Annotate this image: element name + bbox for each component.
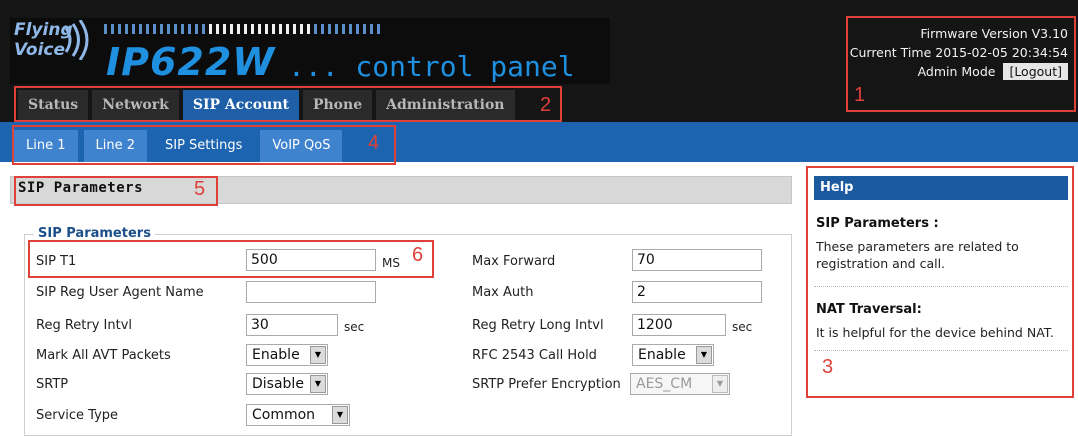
signal-tick [174,24,177,34]
annotation-box-4 [12,125,396,165]
signal-tick [244,24,247,34]
signal-tick [265,24,268,34]
wifi-wave-icon [64,20,89,60]
srtp-label: SRTP [36,377,69,392]
signal-tick [167,24,170,34]
annotation-number-6: 6 [412,244,424,266]
signal-tick [328,24,331,34]
signal-tick [181,24,184,34]
signal-tick [377,24,380,34]
reg-retry-input[interactable]: 30 [246,314,338,336]
signal-tick [146,24,149,34]
rfc2543-select-value: Enable [638,347,686,363]
annotation-number-3: 3 [822,356,834,378]
max-forward-label: Max Forward [472,254,556,269]
service-type-label: Service Type [36,408,119,423]
annotation-box-6 [28,240,434,278]
annotation-number-5: 5 [194,178,206,200]
max-auth-label: Max Auth [472,285,534,300]
signal-tick [118,24,121,34]
signal-tick [216,24,219,34]
avt-label: Mark All AVT Packets [36,348,171,363]
signal-tick [335,24,338,34]
reg-retry-long-unit: sec [732,320,753,334]
signal-tick [160,24,163,34]
srtp-encryption-value: AES_CM [636,376,693,392]
annotation-number-2: 2 [540,94,552,116]
rfc2543-label: RFC 2543 Call Hold [472,348,597,363]
signal-tick [307,24,310,34]
srtp-select-value: Disable [252,376,304,392]
signal-tick [139,24,142,34]
signal-tick [363,24,366,34]
signal-tick [300,24,303,34]
reg-retry-unit: sec [344,320,365,334]
signal-tick [132,24,135,34]
reg-retry-long-label: Reg Retry Long Intvl [472,318,604,333]
max-auth-input[interactable]: 2 [632,281,762,303]
signal-tick [279,24,282,34]
signal-tick [349,24,352,34]
signal-tick [195,24,198,34]
signal-tick [258,24,261,34]
signal-tick [230,24,233,34]
annotation-box-3 [806,166,1074,398]
reg-retry-long-input[interactable]: 1200 [632,314,726,336]
ua-name-label: SIP Reg User Agent Name [36,285,204,300]
signal-tick [272,24,275,34]
rfc2543-select[interactable]: Enable ▼ [632,344,714,366]
annotation-box-2 [14,86,562,122]
chevron-down-icon[interactable]: ▼ [310,346,326,364]
signal-bars-icon [104,24,380,34]
brand-line2: Voice [14,40,66,60]
srtp-encryption-label: SRTP Prefer Encryption [472,377,621,392]
chevron-down-icon: ▼ [712,375,728,393]
signal-tick [356,24,359,34]
signal-tick [223,24,226,34]
signal-tick [125,24,128,34]
signal-tick [209,24,212,34]
signal-tick [104,24,107,34]
chevron-down-icon[interactable]: ▼ [310,375,326,393]
signal-tick [370,24,373,34]
signal-tick [314,24,317,34]
signal-tick [153,24,156,34]
signal-tick [286,24,289,34]
annotation-number-4: 4 [368,132,380,154]
signal-tick [202,24,205,34]
signal-tick [188,24,191,34]
signal-tick [321,24,324,34]
annotation-box-1 [846,16,1076,112]
service-type-select[interactable]: Common ▼ [246,404,350,426]
signal-tick [237,24,240,34]
annotation-box-5 [14,176,218,206]
avt-select-value: Enable [252,347,300,363]
ua-name-input[interactable] [246,281,376,303]
srtp-encryption-select: AES_CM ▼ [630,373,730,395]
signal-tick [251,24,254,34]
annotation-number-1: 1 [854,84,866,106]
model-name: IP622W [106,40,276,84]
avt-select[interactable]: Enable ▼ [246,344,328,366]
chevron-down-icon[interactable]: ▼ [696,346,712,364]
srtp-select[interactable]: Disable ▼ [246,373,328,395]
signal-tick [342,24,345,34]
service-type-value: Common [252,407,316,423]
chevron-down-icon[interactable]: ▼ [332,406,348,424]
reg-retry-label: Reg Retry Intvl [36,318,133,333]
panel-subtitle: ... control panel [288,50,575,83]
signal-tick [111,24,114,34]
fieldset-legend: SIP Parameters [34,226,155,240]
signal-tick [293,24,296,34]
max-forward-input[interactable]: 70 [632,249,762,271]
